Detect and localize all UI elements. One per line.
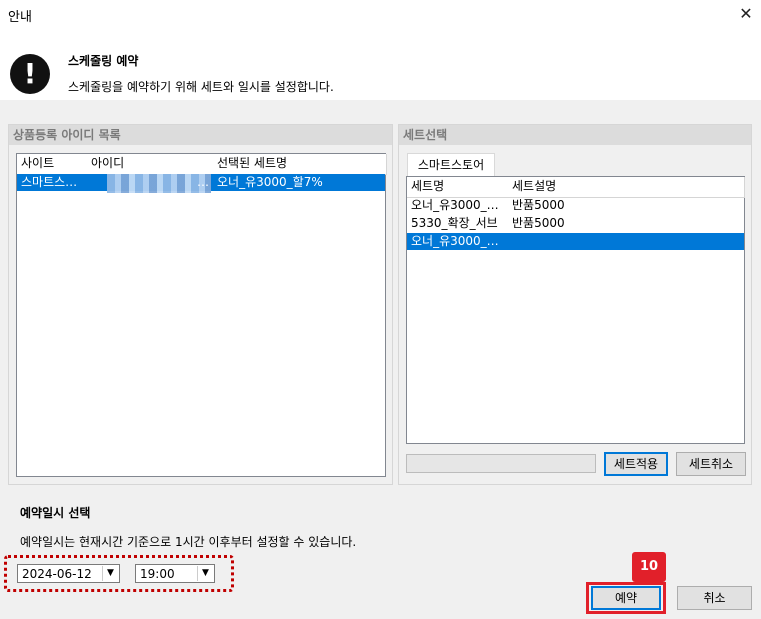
schedule-title: 예약일시 선택 — [20, 506, 91, 520]
schedule-description: 예약일시는 현재시간 기준으로 1시간 이후부터 설정할 수 있습니다. — [20, 535, 357, 549]
apply-set-button[interactable]: 세트적용 — [604, 452, 668, 476]
column-header-set-name[interactable]: 선택된 세트명 — [213, 154, 374, 175]
list-item[interactable]: 오너_유3000_… — [407, 233, 744, 250]
cancel-set-button[interactable]: 세트취소 — [676, 452, 746, 476]
set-list[interactable]: 세트명 세트설명 오너_유3000_… 반품5000 5330_확장_서브 반품… — [406, 176, 745, 444]
time-picker[interactable]: 19:00 ▼ — [135, 564, 215, 583]
date-picker[interactable]: 2024-06-12 ▼ — [17, 564, 120, 583]
column-header-spacer — [736, 177, 745, 198]
account-list-title: 상품등록 아이디 목록 — [9, 125, 392, 145]
cell-site: 스마트스… — [21, 175, 78, 189]
header-description: 스케줄링을 예약하기 위해 세트와 일시를 설정합니다. — [68, 80, 334, 94]
column-header-id[interactable]: 아이디 — [87, 154, 218, 175]
cell-set-desc: 반품5000 — [512, 198, 565, 212]
close-icon[interactable]: ✕ — [731, 0, 761, 30]
account-list-group: 상품등록 아이디 목록 사이트 아이디 선택된 세트명 스마트스… … 오너_유… — [8, 124, 393, 485]
table-row[interactable]: 스마트스… … 오너_유3000_할7% — [17, 174, 385, 193]
cell-set-desc: 반품5000 — [512, 216, 565, 230]
set-select-title: 세트선택 — [399, 125, 751, 145]
list-item[interactable]: 5330_확장_서브 반품5000 — [407, 215, 744, 232]
cell-set-name: 오너_유3000_… — [411, 234, 499, 248]
set-status-field — [406, 454, 596, 473]
tab-smartstore[interactable]: 스마트스토어 — [407, 153, 495, 177]
column-header-site[interactable]: 사이트 — [17, 154, 92, 175]
cell-set-name: 5330_확장_서브 — [411, 216, 498, 230]
window-title: 안내 — [8, 10, 32, 25]
reserve-button[interactable]: 예약 — [591, 586, 661, 610]
chevron-down-icon[interactable]: ▼ — [102, 566, 118, 581]
cell-set-name: 오너_유3000_할7% — [217, 175, 323, 189]
cancel-button[interactable]: 취소 — [677, 586, 752, 610]
step-badge: 10 — [632, 552, 666, 582]
dialog-header: ! 스케줄링 예약 스케줄링을 예약하기 위해 세트와 일시를 설정합니다. — [0, 30, 761, 100]
cell-set-name: 오너_유3000_… — [411, 198, 499, 212]
column-header-set-name[interactable]: 세트명 — [407, 177, 513, 198]
list-item[interactable]: 오너_유3000_… 반품5000 — [407, 197, 744, 214]
account-list[interactable]: 사이트 아이디 선택된 세트명 스마트스… … 오너_유3000_할7% — [16, 153, 387, 477]
chevron-down-icon[interactable]: ▼ — [197, 566, 213, 581]
column-header-set-desc[interactable]: 세트설명 — [508, 177, 741, 198]
set-select-group: 세트선택 스마트스토어 세트명 세트설명 오너_유3000_… 반품5000 5… — [398, 124, 752, 485]
column-header-spacer — [369, 154, 387, 175]
header-title: 스케줄링 예약 — [68, 54, 139, 68]
title-bar: 안내 ✕ — [0, 0, 761, 30]
exclamation-icon: ! — [10, 54, 50, 94]
time-value: 19:00 — [140, 567, 175, 581]
date-value: 2024-06-12 — [22, 567, 92, 581]
